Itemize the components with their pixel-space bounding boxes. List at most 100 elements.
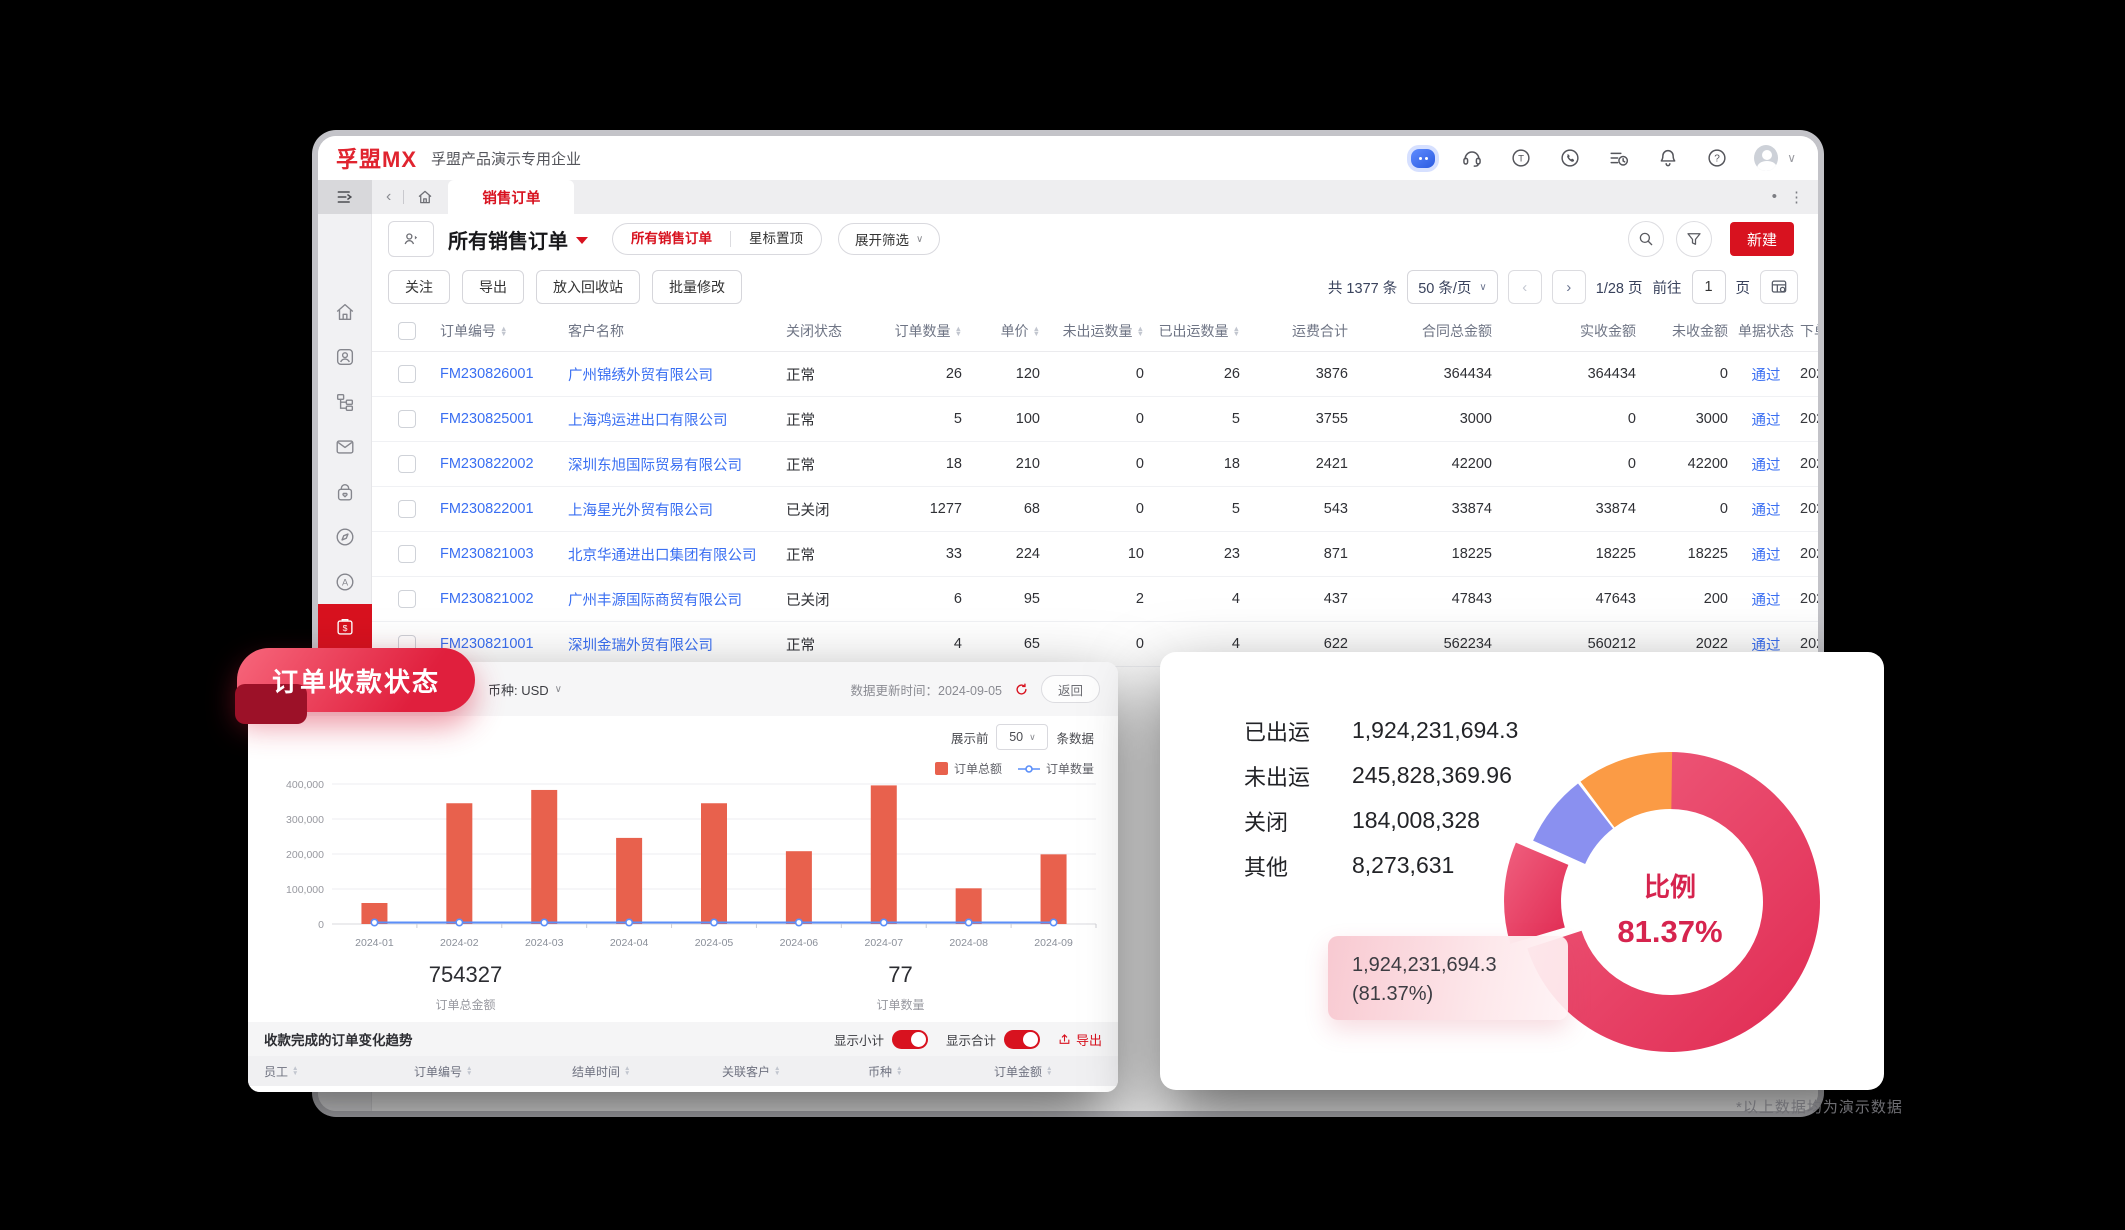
select-all-checkbox[interactable] — [398, 322, 416, 340]
column-header[interactable]: 订单编号▲▼ — [440, 321, 568, 341]
row-checkbox[interactable] — [398, 365, 416, 383]
user-avatar[interactable] — [1754, 146, 1778, 170]
strip-dot-icon[interactable]: • — [1772, 188, 1777, 206]
column-header[interactable]: 未收金额 — [1640, 321, 1732, 341]
new-order-button[interactable]: 新建 — [1730, 222, 1794, 256]
column-settings-icon[interactable] — [1760, 270, 1798, 304]
customer-link[interactable]: 北京华通进出口集团有限公司 — [568, 544, 786, 565]
customer-link[interactable]: 广州丰源国际商贸有限公司 — [568, 589, 786, 610]
sidebar-item-apps[interactable]: A — [318, 559, 372, 604]
column-header[interactable]: 单价▲▼ — [966, 321, 1044, 341]
back-button[interactable]: 返回 — [1041, 675, 1100, 703]
chevron-down-icon[interactable]: ∨ — [1787, 151, 1796, 165]
owner-filter-button[interactable] — [388, 221, 434, 257]
segment-all-orders[interactable]: 所有销售订单 — [613, 224, 730, 254]
table-row[interactable]: FM230826001广州锦绣外贸有限公司正常26120026387636443… — [372, 352, 1818, 397]
order-number-link[interactable]: FM230822001 — [440, 501, 568, 517]
recycle-button[interactable]: 放入回收站 — [536, 270, 640, 304]
sort-icon[interactable]: ▲▼ — [1046, 1066, 1052, 1076]
sort-icon[interactable]: ▲▼ — [466, 1066, 472, 1076]
column-header[interactable]: 单据状态 — [1732, 321, 1800, 341]
sort-icon[interactable]: ▲▼ — [1137, 326, 1144, 336]
customer-link[interactable]: 上海星光外贸有限公司 — [568, 499, 786, 520]
batch-edit-button[interactable]: 批量修改 — [652, 270, 742, 304]
toggle-total[interactable]: 显示合计 — [946, 1030, 1040, 1049]
page-size-select[interactable]: 50 条/页∨ — [1407, 270, 1498, 304]
column-header[interactable]: 未出运数量▲▼ — [1044, 321, 1148, 341]
table-row[interactable]: FM230825001上海鸿运进出口有限公司正常5100053755300003… — [372, 397, 1818, 442]
sort-icon[interactable]: ▲▼ — [292, 1066, 298, 1076]
column-header[interactable]: 实收金额 — [1496, 321, 1640, 341]
sort-icon[interactable]: ▲▼ — [500, 326, 507, 336]
column-header[interactable]: 运费合计 — [1244, 321, 1352, 341]
row-checkbox[interactable] — [398, 590, 416, 608]
export-link[interactable]: 导出 — [1058, 1030, 1102, 1049]
column-header[interactable]: 合同总金额 — [1352, 321, 1496, 341]
expand-filter-button[interactable]: 展开筛选∨ — [838, 223, 940, 255]
filter-funnel-icon[interactable] — [1676, 221, 1712, 257]
order-number-link[interactable]: FM230821002 — [440, 591, 568, 607]
toggle-subtotal[interactable]: 显示小计 — [834, 1030, 928, 1049]
sidebar-collapse-icon[interactable] — [318, 180, 372, 214]
customer-link[interactable]: 深圳金瑞外贸有限公司 — [568, 634, 786, 655]
translate-icon[interactable]: T — [1509, 146, 1533, 170]
ai-assistant-icon[interactable] — [1411, 146, 1435, 170]
sidebar-item-contacts[interactable] — [318, 334, 372, 379]
sidebar-item-discover[interactable] — [318, 514, 372, 559]
row-checkbox[interactable] — [398, 410, 416, 428]
table-row[interactable]: FM230821002广州丰源国际商贸有限公司已关闭69524437478434… — [372, 577, 1818, 622]
next-page-button[interactable]: › — [1552, 270, 1586, 304]
customer-link[interactable]: 上海鸿运进出口有限公司 — [568, 409, 786, 430]
column-header[interactable]: 关闭状态 — [786, 321, 878, 341]
doc-status-link[interactable]: 通过 — [1732, 544, 1800, 565]
sort-icon[interactable]: ▲▼ — [774, 1066, 780, 1076]
customer-link[interactable]: 广州锦绣外贸有限公司 — [568, 364, 786, 385]
order-number-link[interactable]: FM230822002 — [440, 456, 568, 472]
customer-link[interactable]: 深圳东旭国际贸易有限公司 — [568, 454, 786, 475]
sidebar-item-org[interactable] — [318, 379, 372, 424]
doc-status-link[interactable]: 通过 — [1732, 589, 1800, 610]
refresh-icon[interactable] — [1014, 682, 1029, 697]
doc-status-link[interactable]: 通过 — [1732, 499, 1800, 520]
mini-column-header[interactable]: 订单编号▲▼ — [414, 1063, 572, 1080]
row-checkbox[interactable] — [398, 455, 416, 473]
sidebar-item-products[interactable] — [318, 469, 372, 514]
mini-column-header[interactable]: 结单时间▲▼ — [572, 1063, 722, 1080]
sort-icon[interactable]: ▲▼ — [955, 326, 962, 336]
doc-status-link[interactable]: 通过 — [1732, 454, 1800, 475]
top-count-select[interactable]: 50∨ — [996, 724, 1048, 750]
search-icon[interactable] — [1628, 221, 1664, 257]
table-row[interactable]: FM230822001上海星光外贸有限公司已关闭1277680554333874… — [372, 487, 1818, 532]
sort-icon[interactable]: ▲▼ — [1233, 326, 1240, 336]
row-checkbox[interactable] — [398, 500, 416, 518]
mini-column-header[interactable]: 员工▲▼ — [264, 1063, 414, 1080]
column-header[interactable]: 下单日期▲▼ — [1800, 321, 1818, 341]
sidebar-item-mail[interactable] — [318, 424, 372, 469]
sidebar-item-home[interactable] — [318, 289, 372, 334]
table-row[interactable]: FM230821003北京华通进出口集团有限公司正常33224102387118… — [372, 532, 1818, 577]
segment-starred[interactable]: 星标置顶 — [731, 224, 821, 254]
mini-column-header[interactable]: 订单金额▲▼ — [994, 1063, 1118, 1080]
row-checkbox[interactable] — [398, 545, 416, 563]
prev-page-button[interactable]: ‹ — [1508, 270, 1542, 304]
column-header[interactable]: 已出运数量▲▼ — [1148, 321, 1244, 341]
page-number-input[interactable]: 1 — [1692, 270, 1726, 304]
view-title[interactable]: 所有销售订单 — [448, 225, 588, 254]
order-number-link[interactable]: FM230826001 — [440, 366, 568, 382]
bell-icon[interactable] — [1656, 146, 1680, 170]
table-row[interactable]: FM230822002深圳东旭国际贸易有限公司正常182100182421422… — [372, 442, 1818, 487]
back-chevron-icon[interactable]: ‹ — [386, 188, 391, 206]
sidebar-item-orders-active[interactable]: $ — [318, 604, 372, 649]
strip-more-icon[interactable]: ⋮ — [1789, 188, 1804, 206]
phone-icon[interactable] — [1558, 146, 1582, 170]
currency-select[interactable]: 币种: USD∨ — [488, 680, 562, 699]
history-icon[interactable] — [1607, 146, 1631, 170]
sort-icon[interactable]: ▲▼ — [624, 1066, 630, 1076]
headset-icon[interactable] — [1460, 146, 1484, 170]
mini-table-row[interactable]: TrudaFM2306190012023-06-19003USD83270,00 — [248, 1086, 1118, 1092]
sort-icon[interactable]: ▲▼ — [896, 1066, 902, 1076]
doc-status-link[interactable]: 通过 — [1732, 409, 1800, 430]
doc-status-link[interactable]: 通过 — [1732, 364, 1800, 385]
subtotal-switch[interactable] — [892, 1030, 928, 1049]
mini-column-header[interactable]: 币种▲▼ — [868, 1063, 994, 1080]
